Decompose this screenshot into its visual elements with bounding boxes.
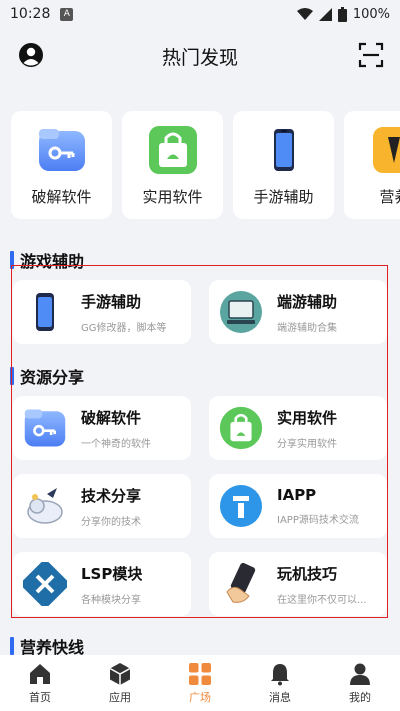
nav-apps[interactable]: 应用 bbox=[90, 662, 150, 705]
cube-icon bbox=[109, 662, 131, 685]
user-avatar-icon[interactable] bbox=[18, 42, 44, 68]
scan-icon[interactable] bbox=[358, 42, 384, 68]
battery-percent: 100% bbox=[352, 6, 390, 22]
signal-icon bbox=[318, 7, 332, 21]
nav-label: 首页 bbox=[29, 690, 51, 704]
nav-label: 广场 bbox=[189, 690, 211, 704]
bell-icon bbox=[271, 663, 289, 685]
category-cracked-software[interactable]: 破解软件 bbox=[11, 111, 112, 219]
top-bar: 热门发现 bbox=[0, 36, 400, 76]
highlight-frame bbox=[11, 265, 388, 618]
status-time: 10:28 bbox=[10, 6, 51, 22]
category-label: 实用软件 bbox=[142, 188, 203, 206]
section-bar bbox=[10, 637, 14, 655]
phone-icon bbox=[273, 129, 294, 171]
category-mobile-game-assist[interactable]: 手游辅助 bbox=[233, 111, 334, 219]
page-title: 热门发现 bbox=[161, 46, 238, 69]
notification-a-icon: A bbox=[60, 7, 74, 21]
category-label: 手游辅助 bbox=[253, 188, 314, 206]
shopping-bag-icon bbox=[148, 126, 197, 174]
battery-icon bbox=[337, 6, 347, 22]
nav-square[interactable]: 广场 bbox=[170, 662, 230, 705]
nav-home[interactable]: 首页 bbox=[10, 662, 70, 705]
category-row: 破解软件 实用软件 手游辅助 营养 bbox=[0, 111, 400, 221]
category-label: 营养 bbox=[379, 188, 400, 206]
nav-label: 消息 bbox=[269, 690, 291, 704]
nav-label: 我的 bbox=[349, 690, 371, 704]
category-nutrition[interactable]: 营养 bbox=[344, 111, 400, 219]
book-icon bbox=[372, 127, 400, 173]
wifi-icon bbox=[296, 7, 313, 20]
grid-icon bbox=[189, 662, 211, 685]
nav-messages[interactable]: 消息 bbox=[250, 662, 310, 705]
category-label: 破解软件 bbox=[31, 188, 92, 206]
status-bar: 10:28 A 100% bbox=[0, 0, 400, 28]
category-utility-software[interactable]: 实用软件 bbox=[122, 111, 223, 219]
key-folder-icon bbox=[38, 129, 85, 171]
bottom-nav: 首页 应用 广场 消息 我的 bbox=[0, 655, 400, 711]
home-icon bbox=[30, 663, 50, 684]
nav-profile[interactable]: 我的 bbox=[330, 662, 390, 705]
user-icon bbox=[350, 663, 370, 685]
nav-label: 应用 bbox=[109, 690, 131, 704]
